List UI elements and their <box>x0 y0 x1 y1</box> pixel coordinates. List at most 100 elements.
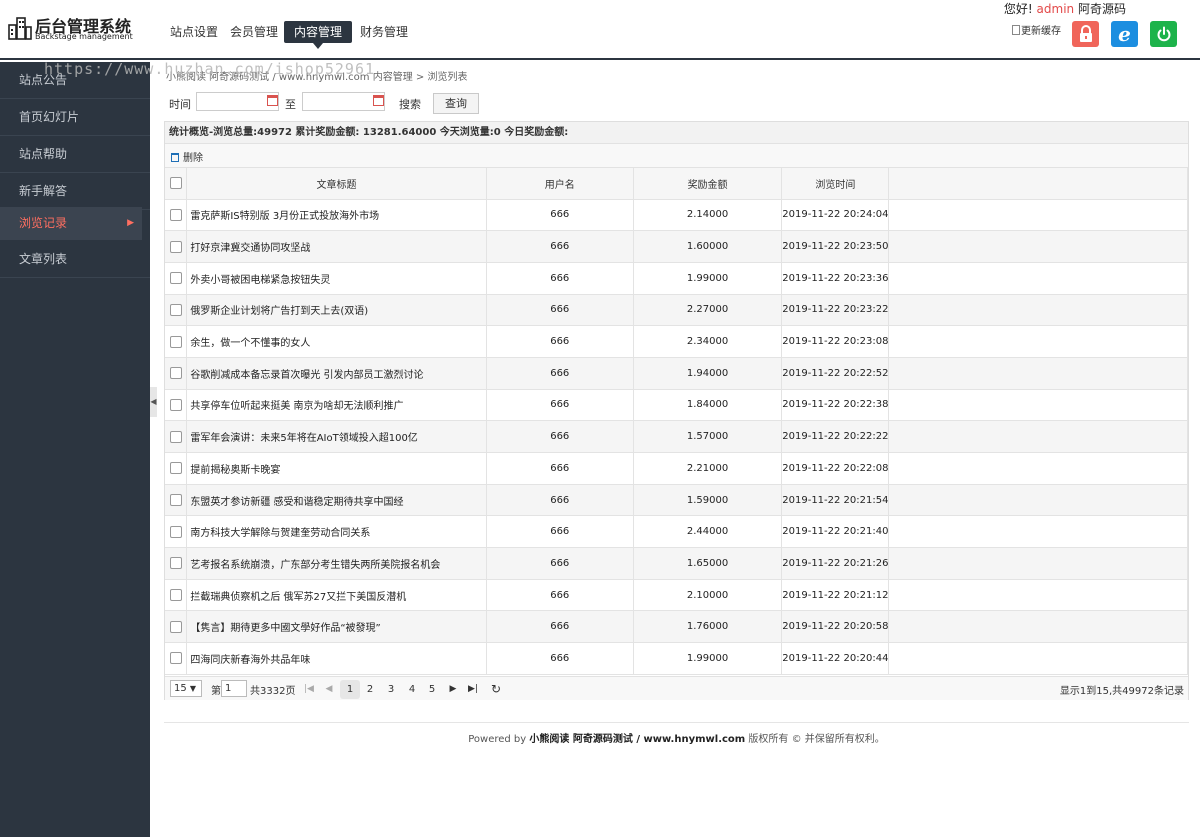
chevron-left-icon: ◀ <box>150 397 157 406</box>
table-header-row: 文章标题 用户名 奖励金额 浏览时间 <box>165 168 1188 200</box>
row-checkbox[interactable] <box>169 240 182 253</box>
table-row[interactable]: 打好京津冀交通协同攻坚战 666 1.60000 2019-11-22 20:23:5… <box>165 230 1188 263</box>
query-button[interactable]: 查询 <box>433 93 479 114</box>
sidebar-collapse-handle[interactable]: ◀ <box>150 387 157 417</box>
filler-cell <box>888 452 1188 485</box>
page-number-2[interactable]: 2 <box>360 680 380 699</box>
reward-cell: 1.84000 <box>633 389 783 422</box>
table-row[interactable]: 共享停车位听起来挺美 南京为啥却无法顺利推广 666 1.84000 2019-11-… <box>165 389 1188 422</box>
filler-cell <box>888 579 1188 612</box>
table-row[interactable]: 【隽言】期待更多中國文學好作品“被發現” 666 1.76000 2019-11-22… <box>165 610 1188 644</box>
username-cell: 666 <box>486 420 634 453</box>
row-checkbox[interactable] <box>169 557 182 570</box>
reward-cell: 2.27000 <box>633 294 783 327</box>
filler-cell <box>888 294 1188 327</box>
time-cell: 2019-11-22 20:23:22 <box>781 294 890 327</box>
next-page-icon[interactable]: ▶ <box>445 681 461 697</box>
table-row[interactable]: 拦截瑞典侦察机之后 俄军苏27又拦下美国反潜机 666 2.10000 2019-11… <box>165 579 1188 612</box>
delete-label: 删除 <box>183 153 203 164</box>
sidebar-item-browse-records[interactable]: 浏览记录 ▶ <box>0 207 142 240</box>
reward-cell: 2.44000 <box>633 515 783 549</box>
table-row[interactable]: 俄罗斯企业计划将广告打到天上去(双语) 666 2.27000 2019-11-22 … <box>165 294 1188 327</box>
column-header-time[interactable]: 浏览时间 <box>781 168 890 200</box>
ie-icon: e <box>1118 22 1131 46</box>
page-size-select[interactable]: 15 ▼ <box>170 680 202 697</box>
calendar-icon[interactable] <box>267 95 278 106</box>
lock-button[interactable] <box>1072 21 1099 47</box>
row-checkbox[interactable] <box>169 494 182 507</box>
page-number-4[interactable]: 4 <box>402 680 422 699</box>
row-checkbox[interactable] <box>169 272 182 285</box>
table-row[interactable]: 南方科技大学解除与贺建奎劳动合同关系 666 2.44000 2019-11-22 2… <box>165 515 1188 549</box>
row-checkbox[interactable] <box>169 525 182 538</box>
column-header-username[interactable]: 用户名 <box>486 168 634 200</box>
prev-page-icon[interactable]: ◀ <box>321 681 337 697</box>
table-row[interactable]: 雷克萨斯IS特别版 3月份正式投放海外市场 666 2.14000 2019-11-2… <box>165 199 1188 232</box>
logout-button[interactable] <box>1150 21 1177 47</box>
nav-finance-management[interactable]: 财务管理 <box>350 21 418 43</box>
page-number-5[interactable]: 5 <box>422 680 442 699</box>
row-checkbox[interactable] <box>169 398 182 411</box>
time-cell: 2019-11-22 20:21:12 <box>781 579 890 612</box>
last-page-icon[interactable]: ▶| <box>465 681 481 697</box>
greeting-prefix: 您好! <box>1003 2 1033 16</box>
select-all-checkbox[interactable] <box>169 177 182 190</box>
filler-cell <box>888 420 1188 453</box>
article-title-cell: 南方科技大学解除与贺建奎劳动合同关系 <box>186 515 487 549</box>
row-checkbox[interactable] <box>169 208 182 221</box>
table-row[interactable]: 雷军年会演讲：未来5年将在AIoT领域投入超100亿 666 1.57000 2019… <box>165 420 1188 453</box>
power-icon <box>1157 26 1170 42</box>
first-page-icon[interactable]: |◀ <box>301 681 317 697</box>
table-row[interactable]: 东盟英才参访新疆 感受和谐稳定期待共享中国经 666 1.59000 2019-11-… <box>165 484 1188 517</box>
page-number-input[interactable]: 1 <box>221 680 247 697</box>
reward-cell: 1.65000 <box>633 547 783 580</box>
username-link[interactable]: admin <box>1037 2 1075 16</box>
column-header-title[interactable]: 文章标题 <box>186 168 487 200</box>
header-checkbox-cell <box>165 168 188 200</box>
filler-cell <box>888 610 1188 644</box>
column-header-reward[interactable]: 奖励金额 <box>633 168 783 200</box>
page-number-3[interactable]: 3 <box>381 680 401 699</box>
row-checkbox[interactable] <box>169 620 182 633</box>
row-checkbox[interactable] <box>169 335 182 348</box>
page-size-value: 15 <box>174 683 187 694</box>
time-cell: 2019-11-22 20:23:08 <box>781 325 890 358</box>
page-prefix-label: 第 <box>211 686 221 697</box>
table-row[interactable]: 谷歌削减成本备忘录首次曝光 引发内部员工激烈讨论 666 1.94000 2019-1… <box>165 357 1188 390</box>
calendar-icon[interactable] <box>373 95 384 106</box>
sidebar-item-faq[interactable]: 新手解答 <box>0 173 150 210</box>
nav-site-settings[interactable]: 站点设置 <box>160 21 228 43</box>
browser-button[interactable]: e <box>1111 21 1138 47</box>
sidebar-item-site-help[interactable]: 站点帮助 <box>0 136 150 173</box>
refresh-icon[interactable]: ↻ <box>488 681 504 697</box>
table-row[interactable]: 外卖小哥被困电梯紧急按钮失灵 666 1.99000 2019-11-22 20:23… <box>165 262 1188 295</box>
table-row[interactable]: 提前揭秘奥斯卡晚宴 666 2.21000 2019-11-22 20:22:08 <box>165 452 1188 485</box>
row-checkbox[interactable] <box>169 652 182 665</box>
table-row[interactable]: 余生，做一个不懂事的女人 666 2.34000 2019-11-22 20:23:0… <box>165 325 1188 358</box>
reward-cell: 1.99000 <box>633 642 783 675</box>
article-title-cell: 俄罗斯企业计划将广告打到天上去(双语) <box>186 294 487 327</box>
username-cell: 666 <box>486 452 634 485</box>
delete-button[interactable]: 删除 <box>171 149 203 164</box>
document-icon <box>1012 25 1020 35</box>
refresh-cache-label: 更新缓存 <box>1021 26 1061 37</box>
sidebar-item-home-slides[interactable]: 首页幻灯片 <box>0 99 150 136</box>
row-checkbox[interactable] <box>169 589 182 602</box>
row-checkbox[interactable] <box>169 430 182 443</box>
site-name: 阿奇源码 <box>1077 2 1126 16</box>
row-checkbox[interactable] <box>169 303 182 316</box>
nav-content-management[interactable]: 内容管理 <box>284 21 353 49</box>
row-checkbox[interactable] <box>169 462 182 475</box>
table-row[interactable]: 艺考报名系统崩溃，广东部分考生错失两所美院报名机会 666 1.65000 2019-… <box>165 547 1188 580</box>
row-checkbox[interactable] <box>169 367 182 380</box>
table-row[interactable]: 四海同庆新春海外共品年味 666 1.99000 2019-11-22 20:20:4… <box>165 642 1188 675</box>
page-number-1[interactable]: 1 <box>340 680 360 699</box>
time-cell: 2019-11-22 20:22:52 <box>781 357 890 390</box>
refresh-cache-link[interactable]: 更新缓存 <box>1012 22 1061 37</box>
nav-member-management[interactable]: 会员管理 <box>220 21 288 43</box>
username-cell: 666 <box>486 230 634 263</box>
reward-cell: 2.21000 <box>633 452 783 485</box>
sidebar-item-article-list[interactable]: 文章列表 <box>0 241 150 278</box>
sidebar: 站点公告 首页幻灯片 站点帮助 新手解答 浏览记录 ▶ 文章列表 <box>0 62 150 837</box>
article-title-cell: 雷克萨斯IS特别版 3月份正式投放海外市场 <box>186 199 487 232</box>
